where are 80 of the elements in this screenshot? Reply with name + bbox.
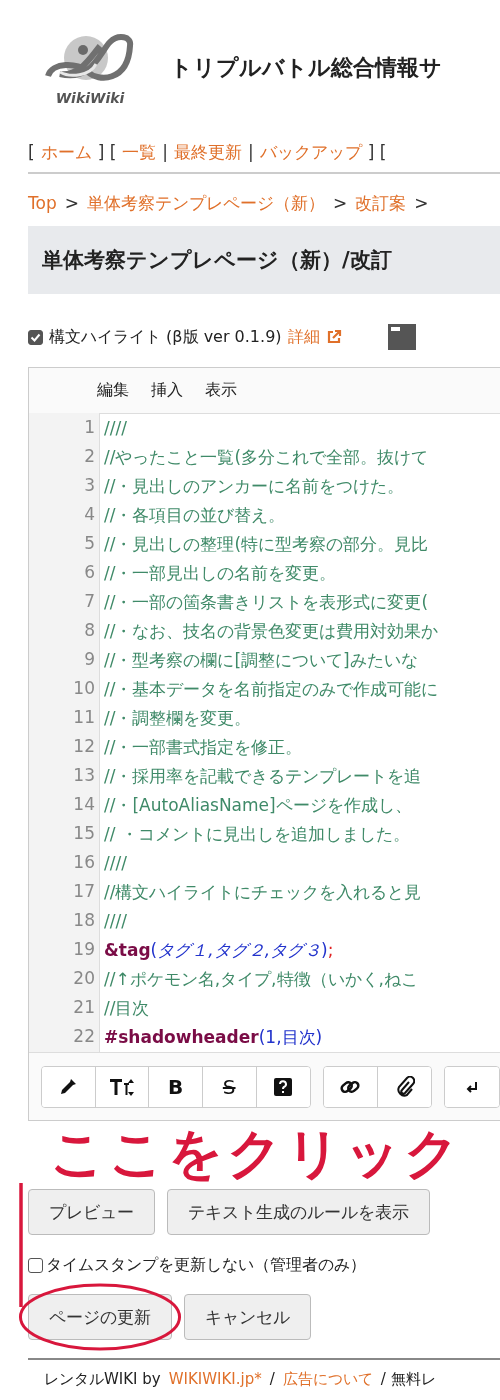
code-line: //・一部の箇条書きリストを表形式に変更( [104,591,430,614]
nav-separator: [ [28,141,35,164]
editor-menu-item[interactable]: 編集 [97,380,129,401]
breadcrumb-separator: > [332,192,348,215]
external-link-icon [325,329,342,345]
code-line: //・[AutoAliasName]ページを作成し、 [104,794,413,817]
line-number: 19 [72,938,96,961]
code-line: //・見出しの整理(特に型考察の部分。見比 [104,533,430,556]
nav-separator: ] [ [367,141,387,164]
line-number: 15 [72,822,96,845]
line-number: 11 [72,706,96,729]
code-line: //・一部見出しの名前を変更。 [104,562,338,585]
line-number: 13 [72,764,96,787]
code-line: //・型考察の欄に[調整について]みたいな [104,649,419,672]
line-number: 10 [72,677,96,700]
cancel-button[interactable]: キャンセル [184,1294,311,1340]
code-line: //構文ハイライトにチェックを入れると見 [104,881,423,904]
code-line: //・見出しのアンカーに名前をつけた。 [104,475,406,498]
link-button[interactable] [324,1067,378,1107]
code-line: //・各項目の並び替え。 [104,504,287,527]
code-line: //・基本データを名前指定のみで作成可能に [104,678,440,701]
code-line: //・調整欄を変更。 [104,707,253,730]
paperclip-icon [394,1076,415,1098]
footer-text: レンタルWIKI by [44,1370,161,1389]
preview-button[interactable]: プレビュー [28,1189,155,1235]
line-number: 2 [83,445,96,468]
breadcrumb-separator: > [414,192,429,215]
line-number: 14 [72,793,96,816]
line-number: 5 [83,532,96,555]
code-line: //・採用率を記載できるテンプレートを追 [104,765,423,788]
code-line: //// [104,910,128,933]
code-line: //・なお、技名の背景色変更は費用対効果か [104,620,440,643]
nav-separator: ] [ [97,141,117,164]
line-number: 17 [72,880,96,903]
line-number: 3 [83,474,96,497]
timestamp-checkbox[interactable] [28,1257,43,1273]
logo-text: WikiWiki [55,90,125,106]
footer-text: / 無料レ [380,1370,436,1389]
line-number: 16 [72,851,96,874]
page-title: 単体考察テンプレページ（新）/改訂 [28,226,500,294]
update-button[interactable]: ページの更新 [28,1294,172,1340]
footer-text: / [269,1370,275,1389]
editor-menu-item[interactable]: 挿入 [151,380,183,401]
timestamp-label: タイムスタンプを更新しない（管理者のみ） [46,1254,366,1276]
line-number: 18 [72,909,96,932]
nav-separator: | [162,141,169,164]
line-number: 20 [72,967,96,990]
line-number: 9 [83,648,96,671]
line-number: 7 [83,590,96,613]
site-title[interactable]: トリプルバトル総合情報サ [170,53,442,83]
highlight-checkbox[interactable] [28,329,43,345]
code-line: //// [104,417,128,440]
line-number: 8 [83,619,96,642]
code-line: //// [104,852,128,875]
line-number: 6 [83,561,96,584]
annotation-text: ここをクリック [50,1123,463,1185]
return-button[interactable] [445,1067,499,1107]
panel-icon[interactable] [387,324,416,350]
line-number: 21 [72,996,96,1019]
eyedropper-icon [58,1077,79,1097]
line-number: 22 [72,1025,96,1048]
code-line: //やったこと一覧(多分これで全部。抜けて [104,446,430,469]
editor-menu-item[interactable]: 表示 [205,380,237,401]
nav-separator: | [248,141,254,164]
rules-button[interactable]: テキスト生成のルールを表示 [167,1189,430,1235]
line-number: 4 [83,503,96,526]
line-number: 1 [83,416,96,439]
code-line: // ・コメントに見出しを追加しました。 [104,823,411,846]
code-line: //目次 [104,997,151,1020]
dropper-button[interactable] [42,1067,96,1107]
return-icon [465,1080,480,1094]
code-line: //↑ポケモン名,タイプ,特徴（いかく,ねこ [104,968,419,991]
help-icon [273,1077,294,1097]
highlight-label: 構文ハイライト (β版 ver 0.1.9) [49,326,282,348]
text-size-icon [108,1077,135,1097]
code-line: #shadowheader(1,目次) [104,1026,324,1049]
breadcrumb-separator: > [64,192,79,215]
line-number: 12 [72,735,96,758]
code-line: //・一部書式指定を修正。 [104,736,304,759]
code-line: &tag(タグ１,タグ２,タグ３); [104,939,335,962]
